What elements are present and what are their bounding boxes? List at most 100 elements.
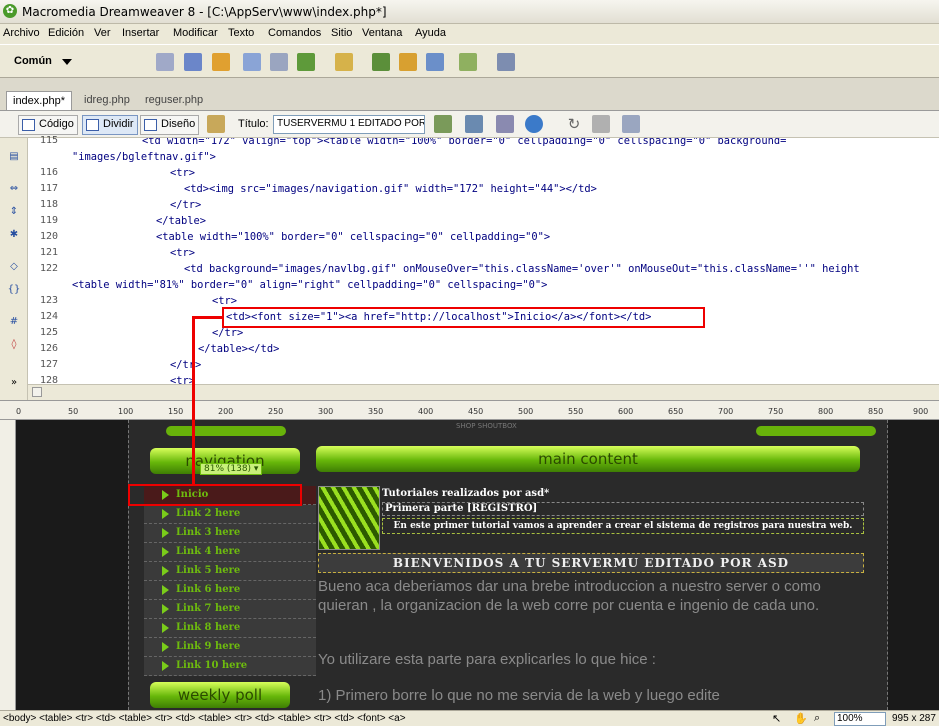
code-view-button[interactable]: Código xyxy=(18,115,78,135)
ruler-mark: 250 xyxy=(268,407,284,416)
shop-shoutbox-label: SHOP SHOUTBOX xyxy=(456,422,517,430)
insert-category[interactable]: Común xyxy=(14,55,52,67)
design-highlight-box xyxy=(128,484,302,506)
tab-reguser-php[interactable]: reguser.php xyxy=(139,91,209,110)
live-data-icon[interactable] xyxy=(207,115,225,133)
comment-icon[interactable] xyxy=(399,53,417,71)
design-view-icon xyxy=(144,119,157,131)
ruler-mark: 700 xyxy=(718,407,734,416)
preview-icon[interactable] xyxy=(465,115,483,133)
explain-paragraph: Yo utilizare esta parte para explicarles… xyxy=(318,651,656,668)
menu-texto[interactable]: Texto xyxy=(228,27,254,39)
line-numbers-icon[interactable]: # xyxy=(7,315,21,329)
nav-link[interactable]: Link 8 here xyxy=(144,619,316,638)
file-management-icon[interactable] xyxy=(434,115,452,133)
line-number: 126 xyxy=(39,343,58,354)
coding-toolbar: ▤ ⇔ ⇕ ✱ ◇ {} # ◊ » xyxy=(0,138,28,400)
category-dropdown-icon[interactable] xyxy=(62,59,72,65)
ruler-mark: 0 xyxy=(16,407,22,416)
code-line: <table width="100%" border="0" cellspaci… xyxy=(156,231,551,243)
tag-selector[interactable]: <body> <table> <tr> <td> <table> <tr> <t… xyxy=(3,713,406,724)
ruler-mark: 800 xyxy=(818,407,834,416)
split-view-button[interactable]: Dividir xyxy=(82,115,138,135)
date-icon[interactable] xyxy=(372,53,390,71)
code-line: <tr> xyxy=(170,167,196,179)
menu-insertar[interactable]: Insertar xyxy=(122,27,159,39)
code-line: <td background="images/navlbg.gif" onMou… xyxy=(184,263,860,275)
menu-comandos[interactable]: Comandos xyxy=(268,27,321,39)
tab-idreg-php[interactable]: idreg.php xyxy=(78,91,136,110)
ruler-mark: 550 xyxy=(568,407,584,416)
document-title-input[interactable]: TUSERVERMU 1 EDITADO POR xyxy=(273,115,425,134)
ruler-mark: 500 xyxy=(518,407,534,416)
select-parent-tag-icon[interactable]: ◇ xyxy=(7,260,21,274)
code-line: <td width="172" valign="top"><table widt… xyxy=(142,138,787,147)
main-content-header: main content xyxy=(316,446,860,472)
hand-tool-icon[interactable]: ✋ xyxy=(794,712,808,725)
zoom-select[interactable]: 100% xyxy=(834,712,886,726)
nav-link[interactable]: Link 5 here xyxy=(144,562,316,581)
code-horizontal-scrollbar[interactable] xyxy=(28,384,939,400)
code-view-label: Código xyxy=(39,118,74,130)
layer-icon[interactable] xyxy=(270,53,288,71)
head-icon[interactable] xyxy=(426,53,444,71)
line-number-gutter: 115 116 117 118 119 120 121 122 123 124 … xyxy=(28,135,68,386)
line-number: 117 xyxy=(39,183,58,194)
refresh-icon[interactable]: ↻ xyxy=(565,115,583,133)
hyperlink-icon[interactable] xyxy=(156,53,174,71)
scroll-left-icon[interactable] xyxy=(32,387,42,397)
balance-braces-icon[interactable]: {} xyxy=(7,283,21,297)
menu-ventana[interactable]: Ventana xyxy=(362,27,402,39)
templates-icon[interactable] xyxy=(459,53,477,71)
nav-link[interactable]: Link 2 here xyxy=(144,505,316,524)
menu-ayuda[interactable]: Ayuda xyxy=(415,27,446,39)
ruler-mark: 600 xyxy=(618,407,634,416)
zoom-tool-icon[interactable]: ⌕ xyxy=(814,712,820,725)
check-browser-icon[interactable] xyxy=(496,115,514,133)
expand-all-icon[interactable]: ✱ xyxy=(7,228,21,242)
table-icon[interactable] xyxy=(243,53,261,71)
image-icon[interactable] xyxy=(297,53,315,71)
line-number: 125 xyxy=(39,327,58,338)
insert-bar: Común xyxy=(0,44,939,78)
media-icon[interactable] xyxy=(335,53,353,71)
nav-link[interactable]: Link 9 here xyxy=(144,638,316,657)
collapse-selection-icon[interactable]: ⇕ xyxy=(7,205,21,219)
named-anchor-icon[interactable] xyxy=(212,53,230,71)
nav-link[interactable]: Link 3 here xyxy=(144,524,316,543)
nav-link[interactable]: Link 4 here xyxy=(144,543,316,562)
menu-edicion[interactable]: Edición xyxy=(48,27,84,39)
menu-ver[interactable]: Ver xyxy=(94,27,111,39)
menu-archivo[interactable]: Archivo xyxy=(3,27,40,39)
step-paragraph: 1) Primero borre lo que no me servia de … xyxy=(318,687,720,704)
nav-link[interactable]: Link 7 here xyxy=(144,600,316,619)
tab-index-php[interactable]: index.php* xyxy=(6,91,72,110)
code-editor[interactable]: <td width="172" valign="top"><table widt… xyxy=(68,138,939,384)
nav-link[interactable]: Link 10 here xyxy=(144,657,316,676)
ruler-mark: 750 xyxy=(768,407,784,416)
tutorial-thumbnail-image xyxy=(318,486,380,550)
design-view-button[interactable]: Diseño xyxy=(140,115,200,135)
highlight-invalid-icon[interactable]: ◊ xyxy=(7,338,21,352)
table-width-indicator[interactable]: 81% (138) ▾ xyxy=(200,463,263,475)
design-view-label: Diseño xyxy=(161,118,196,130)
visual-aids-icon[interactable] xyxy=(622,115,640,133)
more-chevron-icon[interactable]: » xyxy=(7,376,21,390)
status-bar: <body> <table> <tr> <td> <table> <tr> <t… xyxy=(0,710,939,726)
view-options-icon[interactable] xyxy=(592,115,610,133)
code-line: </tr> xyxy=(170,359,202,371)
tag-chooser-icon[interactable] xyxy=(497,53,515,71)
menu-sitio[interactable]: Sitio xyxy=(331,27,352,39)
tutorial-subtitle: Primera parte [REGISTRO] xyxy=(382,502,864,516)
menu-modificar[interactable]: Modificar xyxy=(173,27,218,39)
collapse-tag-icon[interactable]: ⇔ xyxy=(7,182,21,196)
pointer-tool-icon[interactable]: ↖ xyxy=(772,712,781,725)
line-number: 115 xyxy=(39,135,58,146)
open-documents-icon[interactable]: ▤ xyxy=(7,150,21,164)
email-link-icon[interactable] xyxy=(184,53,202,71)
window-size[interactable]: 995 x 287 xyxy=(892,713,936,724)
design-view[interactable]: SHOP SHOUTBOX navigation 81% (138) ▾ Ini… xyxy=(16,420,939,710)
code-line: <td><img src="images/navigation.gif" wid… xyxy=(184,183,597,195)
globe-icon[interactable] xyxy=(525,115,543,133)
nav-link[interactable]: Link 6 here xyxy=(144,581,316,600)
